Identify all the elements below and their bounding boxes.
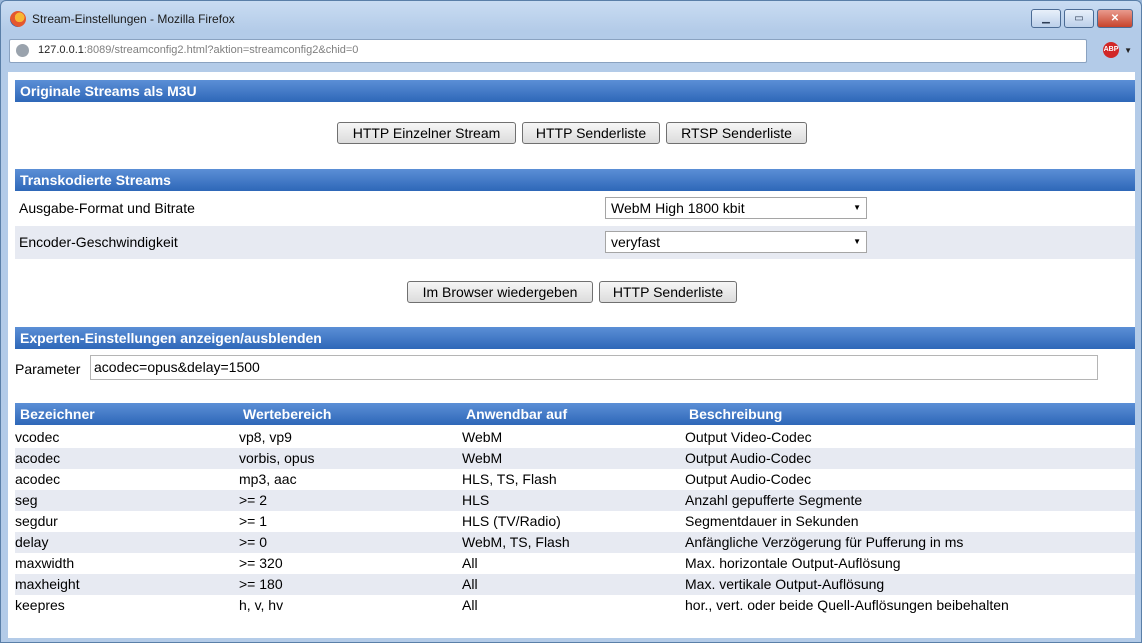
table-cell: All xyxy=(462,576,478,592)
table-cell: HLS xyxy=(462,492,490,508)
table-cell: >= 2 xyxy=(239,492,268,508)
globe-icon xyxy=(16,44,29,57)
title-bar[interactable]: Stream-Einstellungen - Mozilla Firefox ▁… xyxy=(1,1,1141,35)
table-cell: h, v, hv xyxy=(239,597,284,613)
table-cell: vcodec xyxy=(15,429,60,445)
nav-bar: 127.0.0.1:8089/streamconfig2.html?aktion… xyxy=(9,37,1133,65)
section-expert-settings-toggle[interactable]: Experten-Einstellungen anzeigen/ausblend… xyxy=(15,327,1135,349)
table-row: acodec vorbis, opus WebM Output Audio-Co… xyxy=(15,448,1135,469)
table-row: vcodec vp8, vp9 WebM Output Video-Codec xyxy=(15,427,1135,448)
table-cell: >= 0 xyxy=(239,534,268,550)
chevron-down-icon: ▼ xyxy=(853,237,861,246)
table-row: maxheight >= 180 All Max. vertikale Outp… xyxy=(15,574,1135,595)
table-cell: acodec xyxy=(15,450,61,466)
table-row: segdur >= 1 HLS (TV/Radio) Segmentdauer … xyxy=(15,511,1135,532)
close-button[interactable]: ✕ xyxy=(1097,9,1133,28)
table-cell: Max. horizontale Output-Auflösung xyxy=(685,555,901,571)
adblock-icon[interactable]: ABP xyxy=(1103,42,1119,58)
table-cell: WebM xyxy=(462,429,503,445)
table-row: delay >= 0 WebM, TS, Flash Anfängliche V… xyxy=(15,532,1135,553)
column-header-range: Wertebereich xyxy=(243,406,332,422)
chevron-down-icon[interactable]: ▼ xyxy=(1124,46,1132,55)
table-cell: segdur xyxy=(15,513,58,529)
maximize-icon: ▭ xyxy=(1074,13,1084,24)
table-cell: All xyxy=(462,555,478,571)
url-path: :8089/streamconfig2.html?aktion=streamco… xyxy=(83,44,359,56)
table-cell: >= 320 xyxy=(239,555,283,571)
output-format-row: Ausgabe-Format und Bitrate WebM High 180… xyxy=(15,192,1135,225)
section-original-streams: Originale Streams als M3U xyxy=(15,80,1135,102)
browser-window: Stream-Einstellungen - Mozilla Firefox ▁… xyxy=(0,0,1142,643)
table-cell: Anzahl gepufferte Segmente xyxy=(685,492,863,508)
table-row: maxwidth >= 320 All Max. horizontale Out… xyxy=(15,553,1135,574)
parameter-input[interactable]: acodec=opus&delay=1500 xyxy=(90,355,1098,380)
table-row: keepres h, v, hv All hor., vert. oder be… xyxy=(15,595,1135,616)
firefox-icon xyxy=(10,11,26,27)
table-cell: maxheight xyxy=(15,576,80,592)
column-header-applies: Anwendbar auf xyxy=(466,406,568,422)
url-text: 127.0.0.1:8089/streamconfig2.html?aktion… xyxy=(38,44,358,56)
table-cell: WebM, TS, Flash xyxy=(462,534,570,550)
table-cell: acodec xyxy=(15,471,61,487)
table-cell: hor., vert. oder beide Quell-Auflösungen… xyxy=(685,597,1009,613)
output-format-select[interactable]: WebM High 1800 kbit ▼ xyxy=(605,197,867,219)
http-single-stream-button[interactable]: HTTP Einzelner Stream xyxy=(337,122,516,144)
table-row: seg >= 2 HLS Anzahl gepufferte Segmente xyxy=(15,490,1135,511)
table-cell: Anfängliche Verzögerung für Pufferung in… xyxy=(685,534,964,550)
output-format-label: Ausgabe-Format und Bitrate xyxy=(19,200,195,216)
close-icon: ✕ xyxy=(1110,13,1120,24)
http-channel-list-button-2[interactable]: HTTP Senderliste xyxy=(599,281,737,303)
table-cell: mp3, aac xyxy=(239,471,297,487)
table-cell: >= 180 xyxy=(239,576,283,592)
encoder-speed-row: Encoder-Geschwindigkeit veryfast ▼ xyxy=(15,226,1135,259)
parameter-table-header: Bezeichner Wertebereich Anwendbar auf Be… xyxy=(15,403,1135,425)
table-cell: delay xyxy=(15,534,49,550)
window-title: Stream-Einstellungen - Mozilla Firefox xyxy=(32,12,235,26)
rtsp-channel-list-button[interactable]: RTSP Senderliste xyxy=(666,122,807,144)
table-cell: Max. vertikale Output-Auflösung xyxy=(685,576,885,592)
encoder-speed-value: veryfast xyxy=(611,234,661,250)
page-content: Originale Streams als M3U HTTP Einzelner… xyxy=(8,72,1135,638)
table-cell: vorbis, opus xyxy=(239,450,315,466)
table-cell: HLS (TV/Radio) xyxy=(462,513,561,529)
table-row: acodec mp3, aac HLS, TS, Flash Output Au… xyxy=(15,469,1135,490)
url-host: 127.0.0.1 xyxy=(38,44,84,56)
minimize-icon: ▁ xyxy=(1042,13,1050,24)
table-cell: seg xyxy=(15,492,38,508)
table-cell: maxwidth xyxy=(15,555,75,571)
table-cell: vp8, vp9 xyxy=(239,429,292,445)
table-cell: Output Audio-Codec xyxy=(685,450,812,466)
section-transcoded-streams: Transkodierte Streams xyxy=(15,169,1135,191)
table-cell: >= 1 xyxy=(239,513,268,529)
play-in-browser-button[interactable]: Im Browser wiedergeben xyxy=(407,281,593,303)
table-cell: Output Audio-Codec xyxy=(685,471,812,487)
minimize-button[interactable]: ▁ xyxy=(1031,9,1061,28)
table-cell: Output Video-Codec xyxy=(685,429,812,445)
table-cell: WebM xyxy=(462,450,503,466)
column-header-description: Beschreibung xyxy=(689,406,783,422)
encoder-speed-label: Encoder-Geschwindigkeit xyxy=(19,234,178,250)
column-header-name: Bezeichner xyxy=(20,406,95,422)
output-format-value: WebM High 1800 kbit xyxy=(611,200,745,216)
chevron-down-icon: ▼ xyxy=(853,203,861,212)
table-cell: keepres xyxy=(15,597,65,613)
table-cell: HLS, TS, Flash xyxy=(462,471,557,487)
maximize-button[interactable]: ▭ xyxy=(1064,9,1094,28)
window-controls: ▁ ▭ ✕ xyxy=(1031,9,1133,28)
table-cell: Segmentdauer in Sekunden xyxy=(685,513,859,529)
encoder-speed-select[interactable]: veryfast ▼ xyxy=(605,231,867,253)
table-cell: All xyxy=(462,597,478,613)
parameter-label: Parameter xyxy=(15,361,81,377)
address-bar[interactable]: 127.0.0.1:8089/streamconfig2.html?aktion… xyxy=(9,39,1087,63)
http-channel-list-button[interactable]: HTTP Senderliste xyxy=(522,122,660,144)
